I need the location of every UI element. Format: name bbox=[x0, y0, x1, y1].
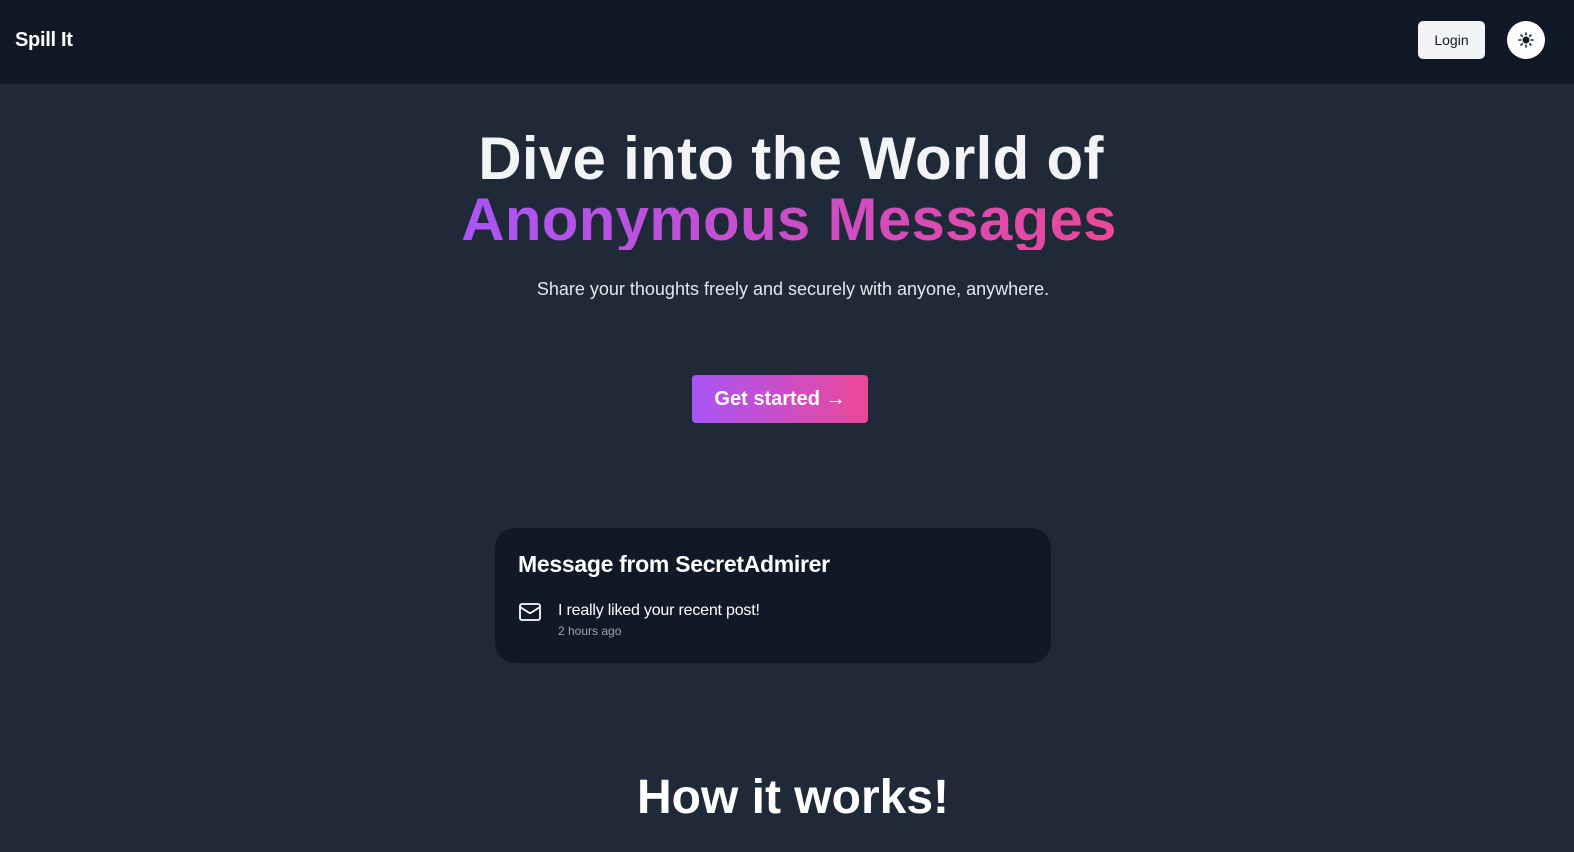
message-card: Message from SecretAdmirer I really like… bbox=[495, 528, 1051, 663]
login-button[interactable]: Login bbox=[1418, 21, 1485, 59]
message-card-title: Message from SecretAdmirer bbox=[518, 551, 830, 577]
theme-toggle-button[interactable] bbox=[1507, 21, 1545, 59]
navbar: Spill It Login bbox=[0, 0, 1574, 84]
message-text: I really liked your recent post! bbox=[558, 602, 760, 619]
hero-title-line1: Dive into the World of bbox=[478, 125, 1104, 192]
sun-icon bbox=[1518, 32, 1534, 48]
message-timestamp: 2 hours ago bbox=[558, 624, 622, 638]
hero-title: Dive into the World of Anonymous Message… bbox=[0, 128, 1574, 250]
how-it-works-heading: How it works! bbox=[636, 771, 950, 824]
hero-title-gradient-line: Anonymous Messages bbox=[457, 189, 1117, 250]
brand-logo[interactable]: Spill It bbox=[15, 27, 73, 53]
get-started-button[interactable]: Get started → bbox=[692, 375, 868, 423]
hero-subtitle: Share your thoughts freely and securely … bbox=[536, 279, 1050, 299]
mail-icon bbox=[519, 603, 541, 621]
